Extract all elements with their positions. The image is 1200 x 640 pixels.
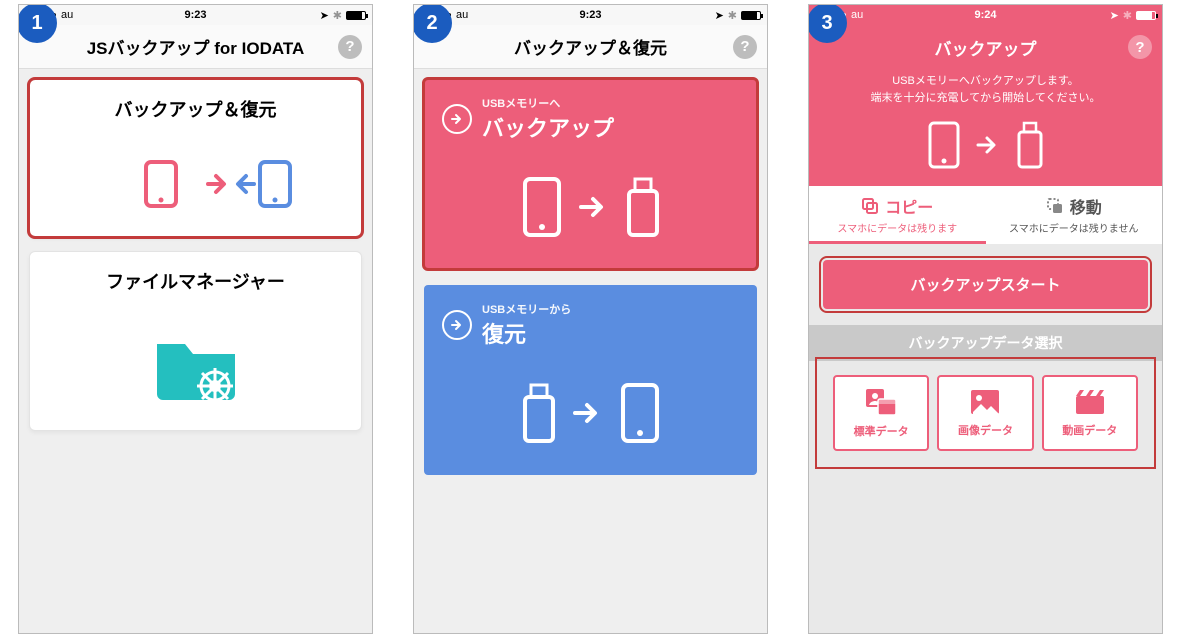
mode-tabs: コピー スマホにデータは残ります 移動 スマホにデータは残りません	[809, 186, 1162, 244]
arrow-circle-icon	[442, 104, 472, 134]
folder-gear-icon	[44, 310, 347, 414]
usb-to-phone-icon	[442, 363, 739, 453]
page-title: バックアップ	[935, 35, 1037, 60]
status-time: 9:24	[974, 9, 996, 21]
card-file-manager[interactable]: ファイルマネージャー	[29, 251, 362, 431]
status-bar: au 9:23 ➤ ✱	[19, 5, 372, 25]
location-icon: ➤	[1110, 9, 1119, 22]
select-image-data[interactable]: 画像データ	[937, 375, 1033, 451]
card-title: ファイルマネージャー	[44, 268, 347, 294]
arrow-right-icon	[976, 135, 1000, 155]
location-icon: ➤	[715, 9, 724, 22]
card-backup-restore[interactable]: バックアップ＆復元	[29, 79, 362, 237]
tab-label: 移動	[1070, 194, 1102, 218]
card-label: バックアップ	[482, 111, 614, 143]
selection-row: 標準データ 画像データ 動画データ	[819, 361, 1152, 465]
help-button[interactable]: ?	[733, 35, 757, 59]
tab-sublabel: スマホにデータは残りません	[986, 220, 1163, 235]
status-time: 9:23	[184, 9, 206, 21]
header-msg-2: 端末を十分に充電してから開始してください。	[870, 92, 1100, 104]
card-title: バックアップ＆復元	[44, 96, 347, 122]
help-button[interactable]: ?	[1128, 35, 1152, 59]
status-bar: au 9:24 ➤ ✱	[809, 5, 1162, 25]
card-subtitle: USBメモリーへ	[482, 95, 614, 111]
copy-icon	[861, 197, 879, 215]
backup-restore-icon	[44, 138, 347, 220]
selection-label: 標準データ	[854, 423, 909, 439]
page-title: JSバックアップ for IODATA	[87, 34, 305, 59]
selection-label: 画像データ	[958, 422, 1013, 438]
screen-2: 2 au 9:23 ➤✱ バックアップ＆復元 ? USBメモリーへバックアップ …	[413, 4, 768, 634]
battery-icon	[346, 11, 366, 20]
video-icon	[1074, 388, 1106, 416]
step-badge: 2	[413, 4, 452, 43]
step-badge: 1	[18, 4, 57, 43]
card-label: 復元	[482, 317, 571, 349]
bluetooth-icon: ✱	[1123, 9, 1132, 22]
status-time: 9:23	[579, 9, 601, 21]
backup-start-button[interactable]: バックアップスタート	[823, 260, 1148, 309]
contacts-calendar-icon	[864, 387, 898, 417]
tab-copy[interactable]: コピー スマホにデータは残ります	[809, 186, 986, 244]
battery-icon	[1136, 11, 1156, 20]
page-title: バックアップ＆復元	[514, 34, 667, 59]
select-video-data[interactable]: 動画データ	[1042, 375, 1138, 451]
nav-bar: バックアップ ?	[809, 25, 1162, 69]
help-button[interactable]: ?	[338, 35, 362, 59]
status-bar: au 9:23 ➤ ✱	[414, 5, 767, 25]
phone-to-usb-icon	[442, 157, 739, 247]
header-msg-1: USBメモリーへバックアップします。	[892, 75, 1079, 87]
card-restore[interactable]: USBメモリーから復元	[424, 285, 757, 475]
move-icon	[1046, 197, 1064, 215]
location-icon: ➤	[320, 9, 329, 22]
nav-bar: バックアップ＆復元 ?	[414, 25, 767, 69]
bluetooth-icon: ✱	[333, 9, 342, 22]
card-backup[interactable]: USBメモリーへバックアップ	[424, 79, 757, 269]
image-icon	[969, 388, 1001, 416]
tab-move[interactable]: 移動 スマホにデータは残りません	[986, 186, 1163, 244]
selection-header: バックアップデータ選択	[809, 325, 1162, 361]
selection-label: 動画データ	[1062, 422, 1117, 438]
arrow-circle-icon	[442, 310, 472, 340]
phone-icon	[926, 120, 962, 170]
carrier-label: au	[456, 9, 468, 21]
nav-bar: JSバックアップ for IODATA ?	[19, 25, 372, 69]
screen-1: 1 au 9:23 ➤ ✱ JSバックアップ for IODATA ? バックアッ…	[18, 4, 373, 634]
step-badge: 3	[808, 4, 847, 43]
select-standard-data[interactable]: 標準データ	[833, 375, 929, 451]
screen-3: 3 au 9:24 ➤ ✱ バックアップ ? USBメモリーへバックアップします。…	[808, 4, 1163, 634]
carrier-label: au	[851, 9, 863, 21]
bluetooth-icon: ✱	[728, 9, 737, 22]
backup-header: USBメモリーへバックアップします。端末を十分に充電してから開始してください。	[809, 69, 1162, 186]
tab-label: コピー	[885, 194, 933, 218]
tab-sublabel: スマホにデータは残ります	[809, 220, 986, 235]
card-subtitle: USBメモリーから	[482, 301, 571, 317]
carrier-label: au	[61, 9, 73, 21]
battery-icon	[741, 11, 761, 20]
usb-icon	[1014, 120, 1046, 170]
